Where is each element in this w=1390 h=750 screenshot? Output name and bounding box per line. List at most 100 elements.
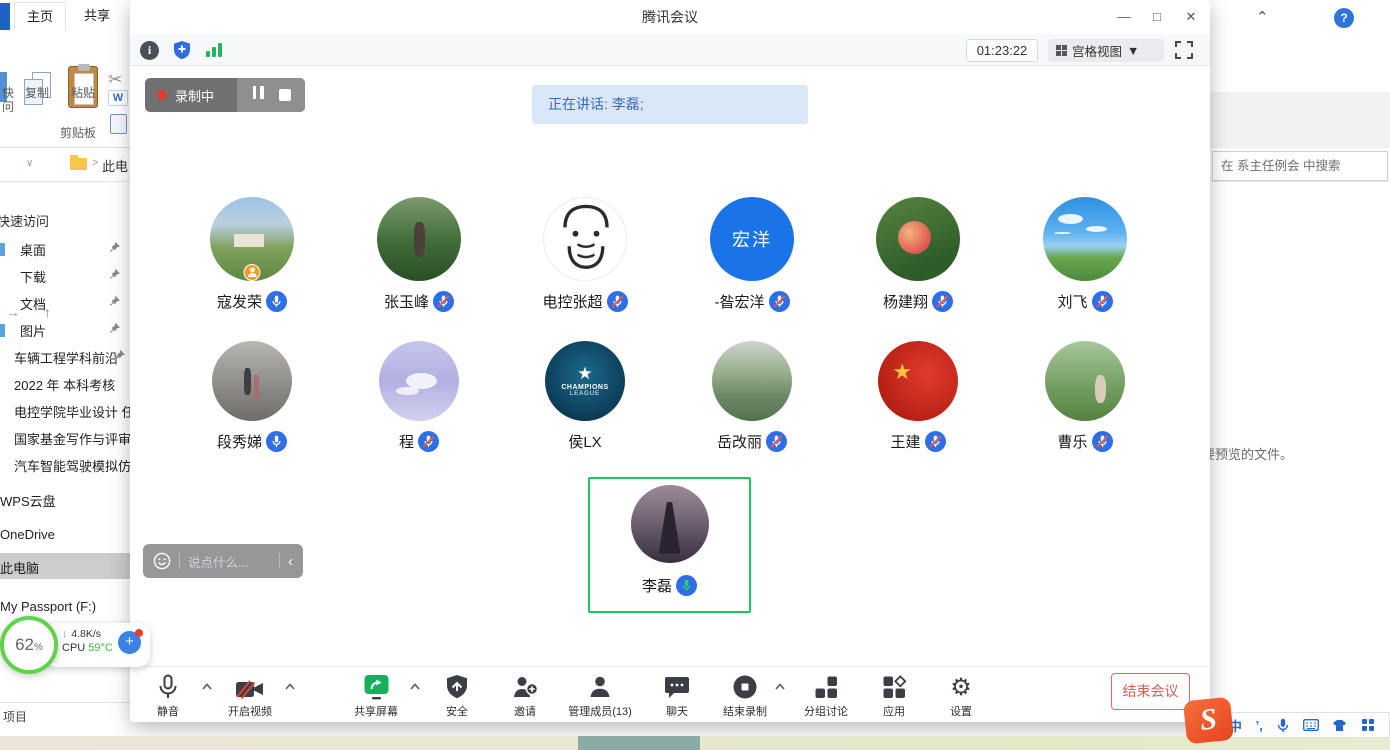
search-input[interactable]: 在 系主任例会 中搜索 (1212, 151, 1388, 181)
participant-tile[interactable]: 宏洋 -昝宏洋 (677, 197, 827, 312)
start-video-button[interactable]: 开启视频 (207, 673, 293, 719)
windows-taskbar[interactable] (0, 736, 1390, 750)
ime-toolbar[interactable]: 中 ’, (1214, 712, 1390, 738)
sidebar-item-folder1[interactable]: 车辆工程学科前沿 (14, 348, 118, 368)
sidebar-item-pictures[interactable]: 图片 (20, 321, 46, 341)
participant-tile[interactable]: 杨建翔 (843, 197, 993, 312)
participant-tile[interactable]: 曹乐 (1010, 341, 1160, 452)
status-bar-items-count: 项目 (3, 708, 27, 725)
participant-tile[interactable]: 张玉峰 (344, 197, 494, 312)
ime-voice-icon[interactable] (1277, 718, 1289, 733)
participant-tile[interactable]: 电控张超 (510, 197, 660, 312)
quick-access-header[interactable]: 快速访问 (0, 211, 49, 230)
sidebar-item-folder4[interactable]: 国家基金写作与评审 (14, 429, 131, 449)
sidebar-item-folder3[interactable]: 电控学院毕业设计 任 (14, 402, 132, 422)
participant-avatar (210, 197, 294, 281)
paste-button[interactable]: 粘贴 (64, 84, 102, 101)
settings-button[interactable]: ⚙ 设置 (918, 673, 1004, 719)
invite-person-icon (512, 674, 538, 700)
breadcrumb[interactable]: 此电 (102, 156, 128, 175)
participant-name: 刘飞 (1057, 291, 1087, 312)
pause-recording-button[interactable] (251, 86, 266, 104)
accelerate-button[interactable]: + (118, 631, 141, 654)
starball-icon: ★ (577, 365, 592, 382)
participant-tile[interactable]: ★ CHAMPIONS LEAGUE 侯LX (510, 341, 660, 452)
manage-members-button[interactable]: 管理成员(13) (557, 673, 643, 719)
ribbon-collapse-icon[interactable]: ⌃ (1256, 8, 1269, 26)
share-screen-button[interactable]: 共享屏幕 (333, 673, 419, 719)
meeting-bottom-toolbar: 静音 开启视频 共享屏幕 安全 邀请 管理成员(13) 聊天 (130, 666, 1210, 719)
participant-name: -昝宏洋 (715, 291, 765, 312)
network-signal-icon[interactable] (206, 43, 222, 57)
mic-muted-icon (1092, 431, 1113, 452)
close-button[interactable]: ✕ (1180, 6, 1202, 28)
end-meeting-button[interactable]: 结束会议 (1111, 673, 1190, 710)
memory-usage-ball[interactable]: 62% (0, 616, 58, 674)
cut-icon[interactable]: ✂ (108, 70, 122, 90)
share-screen-icon (363, 674, 390, 700)
sidebar-item-documents[interactable]: 文档 (20, 294, 46, 314)
pin-icon (108, 322, 121, 335)
participant-name: 张玉峰 (384, 291, 429, 312)
sidebar-item-folder5[interactable]: 汽车智能驾驶模拟仿 (14, 456, 131, 476)
mic-muted-icon (418, 431, 439, 452)
file-menu-tab-clipped[interactable] (0, 3, 10, 30)
video-options-chevron[interactable] (285, 683, 295, 690)
protect-shield-icon[interactable] (172, 40, 192, 60)
copy-button[interactable]: 复制 (18, 84, 56, 101)
chat-input[interactable]: 说点什么... (188, 552, 271, 571)
maximize-button[interactable]: □ (1146, 6, 1168, 28)
ime-skin-icon[interactable] (1332, 719, 1347, 732)
members-icon (588, 674, 612, 700)
avatar-text: LEAGUE (570, 391, 600, 397)
minimize-button[interactable]: — (1113, 6, 1135, 28)
participant-avatar (712, 341, 792, 421)
chat-quick-bar[interactable]: 说点什么... ‹ (143, 544, 303, 578)
participant-avatar (543, 197, 627, 281)
sidebar-item-downloads[interactable]: 下载 (20, 267, 46, 287)
tencent-meeting-window: 腾讯会议 — □ ✕ i 01:23:22 宫格视图 ▼ 录制中 正在 (130, 0, 1210, 722)
mic-muted-icon (769, 291, 790, 312)
fullscreen-icon[interactable] (1174, 40, 1194, 60)
ime-keyboard-icon[interactable] (1303, 719, 1319, 731)
paste-shortcut-icon[interactable] (110, 114, 127, 134)
tab-home[interactable]: 主页 (14, 2, 66, 30)
collapse-chat-icon[interactable]: ‹ (288, 553, 293, 570)
participant-tile[interactable]: 岳改丽 (677, 341, 827, 452)
pin-quick-access-label-line2: 问 (0, 98, 16, 115)
tab-share[interactable]: 共享 (72, 2, 122, 30)
participant-tile[interactable]: 程 (344, 341, 494, 452)
help-icon[interactable]: ? (1334, 8, 1354, 28)
sidebar-item-this-pc[interactable]: 此电脑 (0, 558, 39, 578)
clipboard-group-label: 剪贴板 (52, 124, 104, 141)
sidebar-item-folder2[interactable]: 2022 年 本科考核 (14, 375, 115, 395)
active-speaker-tile[interactable]: 李磊 (588, 477, 751, 613)
participant-tile[interactable]: 段秀娣 (177, 341, 327, 452)
sidebar-item-desktop[interactable]: 桌面 (20, 240, 46, 260)
mic-muted-icon (1092, 291, 1113, 312)
emoji-icon[interactable] (153, 552, 171, 570)
mic-muted-icon (925, 431, 946, 452)
taskbar-app-segment[interactable] (578, 736, 700, 750)
copy-path-icon[interactable]: W (108, 90, 128, 106)
invite-button[interactable]: 邀请 (482, 673, 568, 719)
ime-punctuation-icon[interactable]: ’, (1256, 718, 1263, 733)
participant-name: 寇发荣 (217, 291, 262, 312)
meeting-info-icon[interactable]: i (140, 41, 159, 60)
participant-tile[interactable]: 寇发荣 (177, 197, 327, 312)
sidebar-item-onedrive[interactable]: OneDrive (0, 527, 55, 547)
stop-recording-button[interactable] (279, 89, 291, 101)
sidebar-item-wps-cloud[interactable]: WPS云盘 (0, 491, 56, 511)
speaking-banner: 正在讲话: 李磊; (532, 85, 808, 124)
ime-toolbox-icon[interactable] (1361, 718, 1375, 732)
forward-icon[interactable]: → (6, 304, 20, 320)
sogou-logo-icon[interactable]: S (1183, 697, 1234, 745)
pin-icon (108, 295, 121, 308)
view-mode-selector[interactable]: 宫格视图 ▼ (1048, 39, 1164, 62)
participant-name: 电控张超 (542, 291, 602, 312)
participant-tile[interactable]: 刘飞 (1010, 197, 1160, 312)
participant-avatar (1045, 341, 1125, 421)
end-recording-button[interactable]: 结束录制 (702, 673, 788, 719)
participant-tile[interactable]: ★ 王建 (843, 341, 993, 452)
recent-dropdown-icon[interactable]: ∨ (26, 158, 33, 169)
